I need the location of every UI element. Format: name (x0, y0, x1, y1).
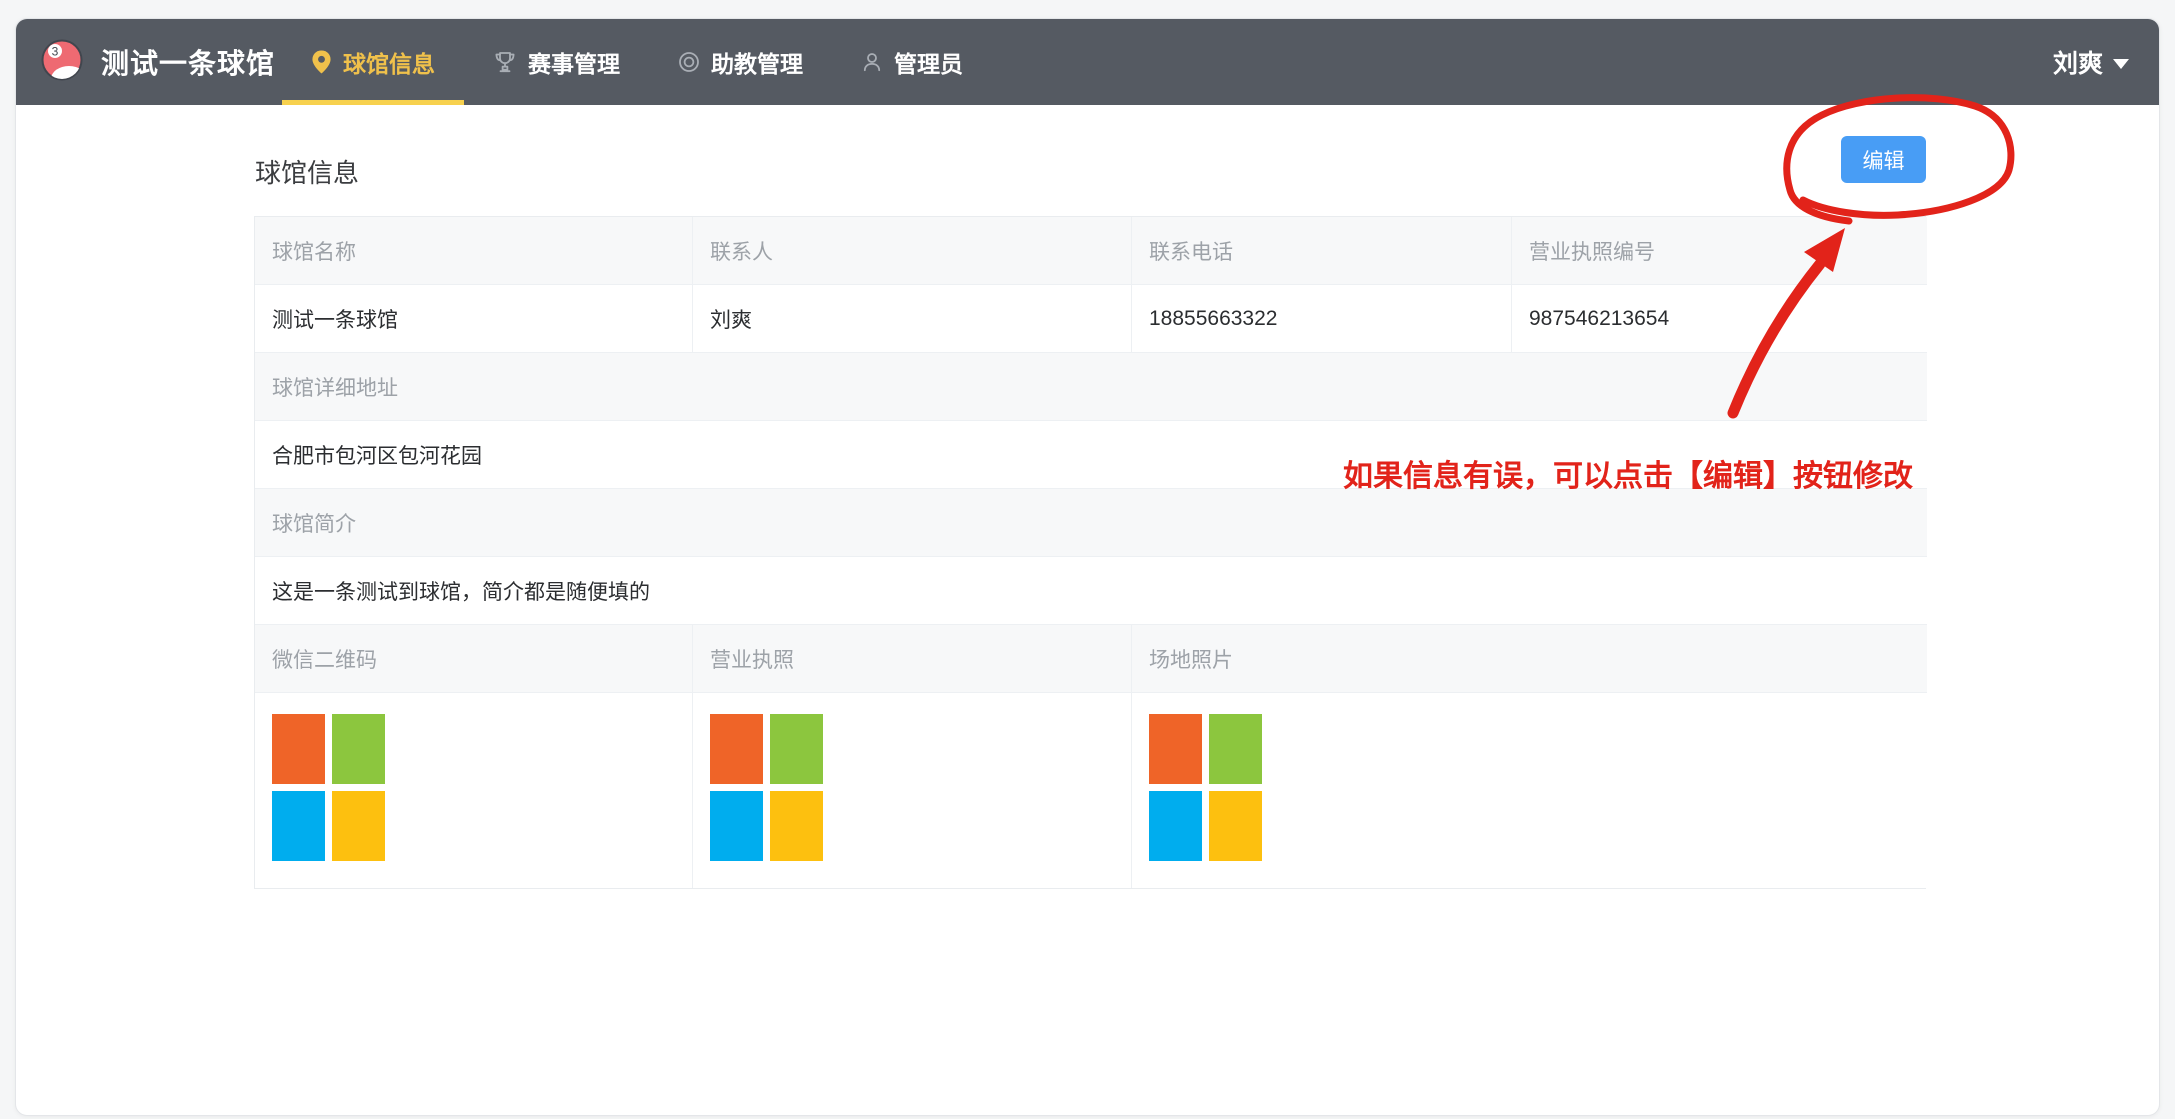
header-address: 球馆详细地址 (255, 353, 1927, 421)
business-license-cell (693, 693, 1132, 888)
wechat-qr-image-placeholder (272, 714, 385, 861)
caret-down-icon (2113, 59, 2129, 69)
brand: 3 测试一条球馆 (40, 19, 275, 105)
tab-assistant-management[interactable]: 助教管理 (649, 19, 832, 105)
value-venue-name: 测试一条球馆 (255, 285, 693, 353)
tab-administrator[interactable]: 管理员 (832, 19, 992, 105)
trophy-icon (493, 50, 517, 74)
header-venue-photos: 场地照片 (1132, 625, 1927, 693)
double-circle-icon (678, 51, 700, 73)
location-pin-icon (311, 49, 332, 75)
svg-text:3: 3 (52, 44, 59, 58)
tab-label: 助教管理 (711, 45, 803, 79)
header-intro: 球馆简介 (255, 489, 1927, 557)
person-icon (861, 51, 883, 73)
tab-label: 管理员 (894, 45, 963, 79)
top-navbar: 3 测试一条球馆 球馆信息 (16, 19, 2159, 105)
header-venue-name: 球馆名称 (255, 217, 693, 285)
tab-event-management[interactable]: 赛事管理 (464, 19, 649, 105)
user-menu[interactable]: 刘爽 (2053, 19, 2129, 105)
user-name: 刘爽 (2053, 44, 2103, 80)
header-wechat-qr: 微信二维码 (255, 625, 693, 693)
value-license-number: 987546213654 (1512, 285, 1927, 353)
page-title: 球馆信息 (255, 153, 359, 190)
value-contact-person: 刘爽 (693, 285, 1132, 353)
value-address: 合肥市包河区包河花园 (255, 421, 1927, 489)
wechat-qr-cell (255, 693, 693, 888)
header-contact-person: 联系人 (693, 217, 1132, 285)
edit-button[interactable]: 编辑 (1841, 136, 1926, 183)
venue-image-placeholder (1149, 714, 1262, 861)
business-license-image-placeholder (710, 714, 823, 861)
nav-tabs: 球馆信息 赛事管理 (282, 19, 992, 105)
header-business-license: 营业执照 (693, 625, 1132, 693)
tab-venue-info[interactable]: 球馆信息 (282, 19, 464, 105)
header-license-number: 营业执照编号 (1512, 217, 1927, 285)
value-contact-phone: 18855663322 (1132, 285, 1512, 353)
main-card: 3 测试一条球馆 球馆信息 (15, 18, 2160, 1116)
venue-info-table: 球馆名称 联系人 联系电话 营业执照编号 测试一条球馆 刘爽 188556633… (254, 216, 1926, 889)
header-contact-phone: 联系电话 (1132, 217, 1512, 285)
billiard-ball-logo-icon: 3 (40, 38, 84, 87)
tab-label: 赛事管理 (528, 45, 620, 79)
value-intro: 这是一条测试到球馆，简介都是随便填的 (255, 557, 1927, 625)
tab-label: 球馆信息 (343, 45, 435, 79)
venue-photo-cell (1132, 693, 1927, 888)
venue-brand-name: 测试一条球馆 (101, 42, 275, 82)
